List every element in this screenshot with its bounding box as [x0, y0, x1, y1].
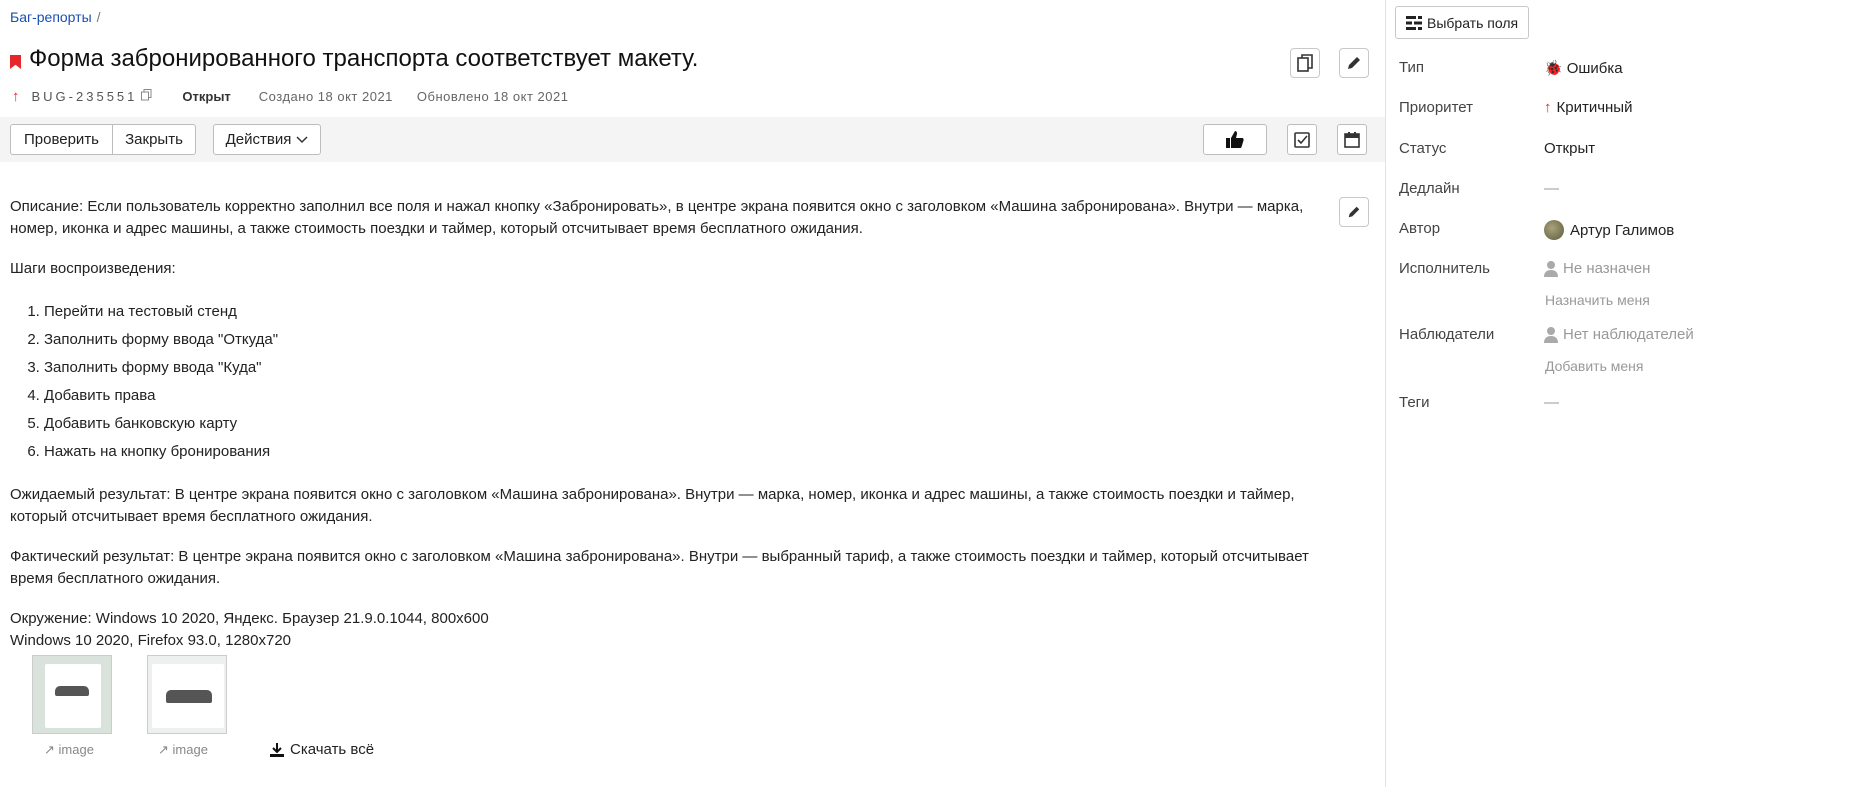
list-item: Заполнить форму ввода "Откуда" [44, 326, 1320, 354]
pencil-icon [1348, 57, 1360, 69]
check-button[interactable]: Проверить [10, 124, 113, 155]
created-date: Создано 18 окт 2021 [258, 89, 393, 104]
choose-fields-label: Выбрать поля [1427, 14, 1519, 31]
updated-date: Обновлено 18 окт 2021 [416, 89, 569, 104]
author-name: Артур Галимов [1570, 221, 1675, 239]
calendar-icon [1344, 131, 1360, 148]
assignee-label: Исполнитель [1399, 260, 1490, 277]
fields-icon [1406, 15, 1422, 30]
download-all-label: Скачать всё [290, 741, 375, 758]
pencil-icon [1348, 206, 1360, 218]
chevron-down-icon [296, 135, 308, 143]
steps-list: Перейти на тестовый стенд Заполнить форм… [10, 298, 1320, 466]
tags-value[interactable]: — [1544, 394, 1559, 411]
author-value[interactable]: Артур Галимов [1544, 220, 1674, 240]
expected-result: Ожидаемый результат: В центре экрана поя… [10, 486, 1295, 525]
watchers-value-text: Нет наблюдателей [1563, 326, 1694, 343]
actions-label: Действия [225, 131, 292, 148]
priority-arrow-icon: ↑ [1544, 99, 1552, 116]
user-icon [1544, 260, 1558, 277]
checkbox-icon [1294, 131, 1310, 148]
assignee-value-text: Не назначен [1563, 260, 1651, 277]
tags-label: Теги [1399, 394, 1430, 411]
type-label: Тип [1399, 59, 1425, 76]
priority-value[interactable]: ↑ Критичный [1544, 99, 1632, 116]
thumbnail-car-shape [166, 690, 212, 703]
status-label: Статус [1399, 140, 1447, 157]
copy-icon [1297, 54, 1313, 72]
choose-fields-button[interactable]: Выбрать поля [1395, 6, 1530, 39]
list-item: Добавить права [44, 382, 1320, 410]
attachment-link[interactable]: ↗ image [44, 742, 94, 758]
list-item: Нажать на кнопку бронирования [44, 438, 1320, 466]
type-value[interactable]: 🐞 Ошибка [1544, 59, 1623, 78]
thumbs-up-icon [1226, 131, 1244, 148]
list-item: Перейти на тестовый стенд [44, 298, 1320, 326]
bug-icon: 🐞 [1544, 60, 1563, 77]
copy-key-icon[interactable] [141, 89, 152, 104]
assign-me-link[interactable]: Назначить меня [1545, 292, 1650, 308]
download-icon [270, 742, 284, 757]
issue-title: Форма забронированного транспорта соотве… [29, 45, 699, 72]
breadcrumb-separator: / [96, 9, 101, 25]
thumbnail-card [45, 664, 101, 728]
thumbnail-car-shape [55, 686, 89, 696]
breadcrumb: Баг-репорты / [10, 9, 101, 25]
type-value-text: Ошибка [1566, 59, 1623, 77]
actual-result: Фактический результат: В центре экрана п… [10, 548, 1309, 587]
download-all-button[interactable]: Скачать всё [270, 741, 374, 758]
steps-title: Шаги воспроизведения: [10, 260, 176, 277]
breadcrumb-parent-link[interactable]: Баг-репорты [10, 9, 92, 25]
add-me-link[interactable]: Добавить меня [1545, 358, 1644, 374]
author-label: Автор [1399, 220, 1441, 237]
checklist-button[interactable] [1287, 124, 1317, 155]
description-text: Описание: Если пользователь корректно за… [10, 198, 1304, 237]
list-item: Добавить банковскую карту [44, 410, 1320, 438]
watchers-value[interactable]: Нет наблюдателей [1544, 326, 1694, 343]
status-value[interactable]: Открыт [1544, 140, 1595, 157]
title-row: Форма забронированного транспорта соотве… [10, 45, 698, 73]
watchers-label: Наблюдатели [1399, 326, 1495, 343]
issue-key[interactable]: BUG-235551 [32, 89, 138, 104]
user-icon [1544, 326, 1558, 343]
edit-description-button[interactable] [1339, 197, 1369, 227]
status-badge: Открыт [182, 89, 231, 104]
issue-main: Баг-репорты / Форма забронированного тран… [0, 0, 1385, 787]
assignee-value[interactable]: Не назначен [1544, 260, 1650, 277]
external-link-icon: ↗ [158, 742, 169, 757]
environment-line: Windows 10 2020, Firefox 93.0, 1280x720 [10, 632, 292, 649]
list-item: Заполнить форму ввода "Куда" [44, 354, 1320, 382]
deadline-label: Дедлайн [1399, 180, 1460, 197]
external-link-icon: ↗ [44, 742, 55, 757]
issue-toolbar: Проверить Закрыть Действия [0, 117, 1385, 162]
close-button[interactable]: Закрыть [112, 124, 196, 155]
attachment-label: image [58, 742, 94, 757]
edit-title-button[interactable] [1339, 48, 1369, 78]
calendar-button[interactable] [1337, 124, 1367, 155]
like-button[interactable] [1203, 124, 1267, 155]
environment-line: Окружение: Windows 10 2020, Яндекс. Брау… [10, 610, 489, 627]
attachment-thumbnail[interactable] [147, 655, 227, 734]
issue-sidebar [1385, 0, 1876, 787]
issue-meta: ↑ BUG-235551 Открыт Создано 18 окт 2021 … [12, 88, 592, 105]
copy-link-button[interactable] [1290, 48, 1320, 78]
actions-dropdown[interactable]: Действия [213, 124, 321, 155]
avatar [1544, 220, 1564, 240]
bookmark-icon[interactable] [10, 55, 21, 69]
issue-description: Описание: Если пользователь корректно за… [10, 196, 1320, 652]
priority-value-text: Критичный [1556, 99, 1633, 116]
deadline-value[interactable]: — [1544, 180, 1559, 197]
priority-label: Приоритет [1399, 99, 1473, 116]
attachment-thumbnail[interactable] [32, 655, 112, 734]
attachment-label: image [172, 742, 208, 757]
attachment-link[interactable]: ↗ image [158, 742, 208, 758]
priority-arrow-icon: ↑ [12, 88, 20, 105]
